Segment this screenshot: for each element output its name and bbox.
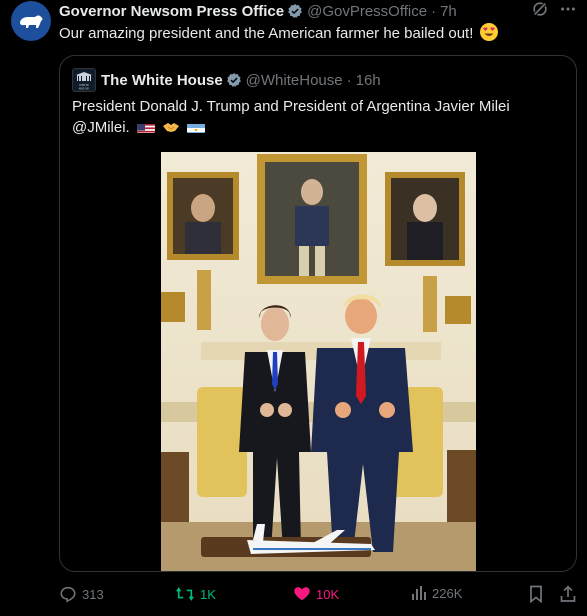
heart-icon: [294, 587, 310, 601]
verified-badge-icon: [287, 3, 303, 19]
author-avatar[interactable]: [11, 1, 51, 41]
tweet-text: Our amazing president and the American f…: [59, 23, 498, 44]
quoted-author-handle[interactable]: @WhiteHouse: [246, 72, 343, 89]
bookmark-button[interactable]: [528, 585, 544, 603]
argentina-flag-icon: [187, 121, 206, 133]
quoted-author-name[interactable]: The White House: [101, 72, 223, 89]
views-button[interactable]: 226K: [411, 585, 462, 601]
views-count: 226K: [432, 585, 463, 601]
verified-badge-icon: [226, 72, 242, 88]
reply-button[interactable]: 313: [59, 585, 104, 603]
views-chart-icon: [412, 586, 426, 600]
quoted-tweet-header: WHITE HOUSE The White House @WhiteHouse …: [72, 68, 381, 92]
tweet-header: Governor Newsom Press Office @GovPressOf…: [59, 1, 577, 21]
repost-count: 1K: [200, 586, 216, 602]
california-bear-icon: [20, 15, 43, 28]
tweet-photo[interactable]: [161, 152, 476, 571]
more-options-icon[interactable]: [559, 0, 577, 22]
white-house-logo-icon: WHITE HOUSE: [76, 72, 92, 91]
repost-button[interactable]: 1K: [175, 585, 216, 603]
author-name[interactable]: Governor Newsom Press Office: [59, 3, 284, 20]
repost-icon: [176, 587, 194, 601]
portrait-center: [257, 154, 367, 284]
tweet-body: Our amazing president and the American f…: [59, 25, 474, 42]
author-handle[interactable]: @GovPressOffice: [307, 3, 427, 20]
tweet-time[interactable]: 7h: [440, 3, 457, 20]
like-button[interactable]: 10K: [293, 585, 339, 603]
share-icon: [560, 585, 576, 602]
handshake-icon: [162, 119, 180, 140]
quoted-tweet-text: President Donald J. Trump and President …: [72, 96, 552, 140]
separator-dot: ·: [431, 2, 437, 20]
quoted-tweet-time[interactable]: 16h: [356, 72, 381, 89]
bookmark-icon: [530, 585, 542, 603]
share-button[interactable]: [559, 585, 577, 603]
like-count: 10K: [316, 586, 340, 602]
reply-icon: [60, 586, 76, 603]
white-house-avatar[interactable]: WHITE HOUSE: [72, 68, 96, 92]
grok-icon[interactable]: [531, 0, 549, 22]
heart-eyes-emoji-icon: [479, 23, 498, 41]
portrait-left: [167, 172, 239, 260]
us-flag-icon: [136, 121, 155, 133]
svg-text:HOUSE: HOUSE: [79, 87, 90, 91]
action-bar: 313 1K 10K 226K: [0, 585, 587, 605]
quoted-tweet-card[interactable]: WHITE HOUSE The White House @WhiteHouse …: [59, 55, 577, 572]
reply-count: 313: [82, 586, 104, 602]
portrait-right: [385, 172, 465, 266]
separator-dot: ·: [346, 71, 352, 89]
